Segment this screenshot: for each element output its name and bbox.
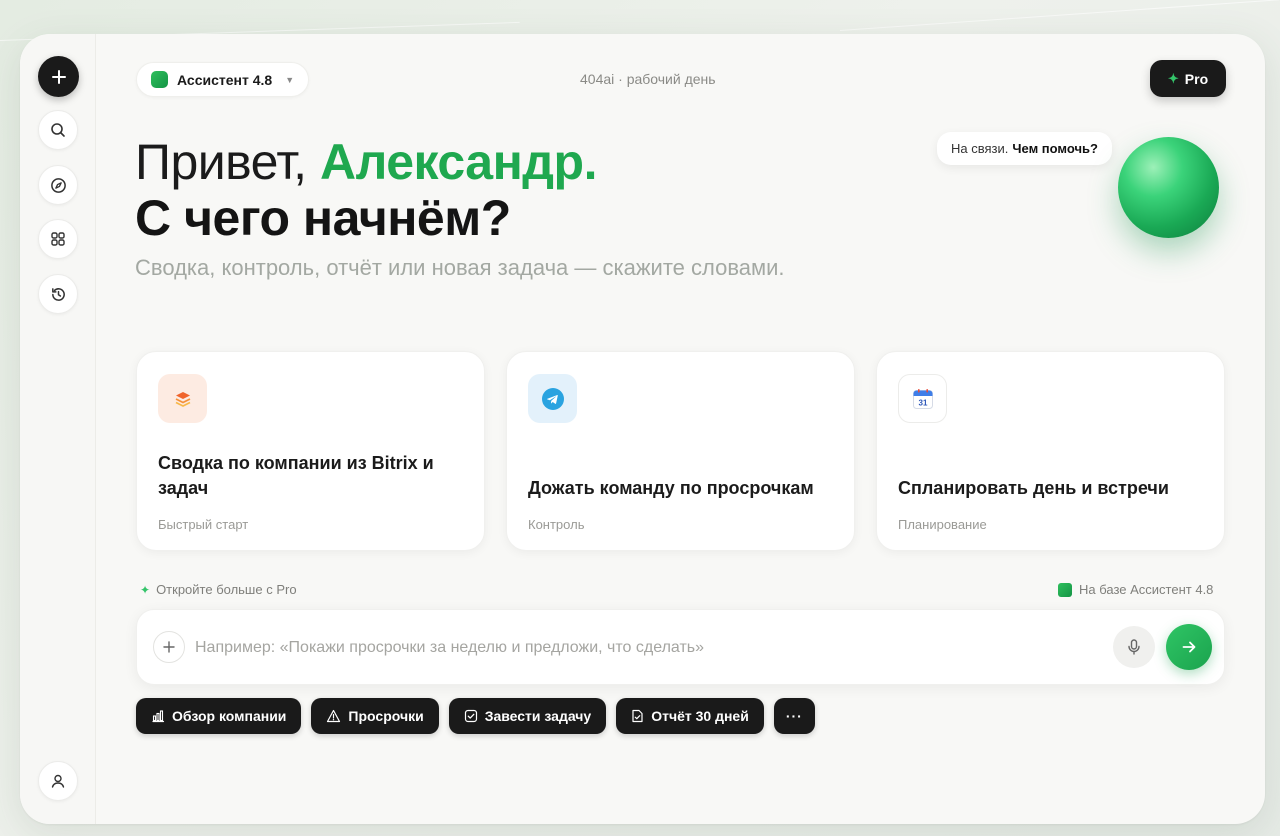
model-selector[interactable]: Ассистент 4.8 ▼	[136, 62, 310, 97]
chip-label: Завести задачу	[484, 708, 592, 724]
bubble-bold-text: Чем помочь?	[1012, 141, 1098, 156]
assistant-bubble: На связи. Чем помочь?	[937, 132, 1112, 165]
model-badge: На базе Ассистент 4.8	[1058, 582, 1213, 597]
card-tag: Планирование	[898, 517, 987, 532]
compass-icon	[50, 177, 66, 193]
more-icon: ···	[785, 708, 803, 724]
chip-company-overview[interactable]: Обзор компании	[136, 698, 302, 734]
calendar-icon: 31	[898, 374, 947, 423]
suggestion-card-overdue[interactable]: Дожать команду по просрочкам Контроль	[506, 351, 855, 551]
chip-label: Обзор компании	[172, 708, 287, 724]
greeting-hello: Привет,	[135, 134, 307, 190]
chip-report-30-days[interactable]: Отчёт 30 дней	[616, 698, 764, 734]
arrow-right-icon	[1182, 641, 1196, 653]
card-title: Спланировать день и встречи	[898, 478, 1169, 498]
model-logo-icon	[1058, 582, 1072, 597]
document-icon	[632, 709, 643, 723]
user-icon	[51, 774, 65, 788]
bar-chart-icon	[152, 710, 165, 723]
assistant-orb[interactable]	[1118, 137, 1219, 238]
sidebar-rail	[20, 34, 96, 824]
plus-icon	[163, 641, 175, 653]
quick-actions: Обзор компании Просрочки Завести задачу …	[136, 698, 815, 734]
calendar-day: 31	[918, 398, 927, 407]
chip-create-task[interactable]: Завести задачу	[448, 698, 607, 734]
checkbox-icon	[464, 709, 477, 723]
greeting-question: С чего начнём?	[135, 190, 511, 246]
plus-icon	[51, 69, 66, 84]
send-button[interactable]	[1166, 624, 1212, 670]
prompt-input[interactable]	[195, 634, 1075, 662]
card-tag: Быстрый старт	[158, 517, 249, 532]
pro-upsell-text: Откройте больше с Pro	[156, 582, 297, 597]
workspace-status: 404ai · рабочий день	[580, 71, 716, 87]
chip-overdue[interactable]: Просрочки	[311, 698, 439, 734]
suggestion-card-plan-day[interactable]: 31 Спланировать день и встречи Планирова…	[876, 351, 1225, 551]
greeting-user-name: Александр.	[319, 134, 597, 190]
composer	[136, 609, 1225, 685]
chip-label: Отчёт 30 дней	[651, 708, 749, 724]
microphone-icon	[1128, 639, 1140, 655]
explore-button[interactable]	[38, 165, 78, 205]
suggestion-card-company-summary[interactable]: Сводка по компании из Bitrix и задач Быс…	[136, 351, 485, 551]
pro-label: Pro	[1184, 70, 1209, 87]
greeting-line: Привет, Александр.	[135, 134, 597, 190]
history-icon	[51, 287, 65, 301]
pro-button[interactable]: ✦ Pro	[1150, 60, 1226, 97]
attach-button[interactable]	[153, 631, 185, 663]
new-chat-button[interactable]	[38, 56, 79, 97]
chip-label: Просрочки	[348, 708, 424, 724]
model-badge-text: На базе Ассистент 4.8	[1079, 582, 1214, 597]
voice-input-button[interactable]	[1113, 626, 1155, 668]
warning-icon	[327, 709, 341, 723]
profile-button[interactable]	[38, 761, 78, 801]
card-tag: Контроль	[528, 517, 585, 532]
chevron-down-icon: ▼	[285, 74, 295, 85]
grid-icon	[51, 232, 65, 246]
background-line	[839, 0, 1279, 31]
history-button[interactable]	[38, 274, 78, 314]
bubble-text: На связи.	[951, 141, 1009, 156]
model-logo-icon	[151, 71, 168, 88]
sparkle-icon: ✦	[140, 582, 151, 597]
chip-more[interactable]: ···	[773, 698, 815, 734]
search-button[interactable]	[38, 110, 78, 150]
card-title: Дожать команду по просрочкам	[528, 478, 814, 498]
pro-upsell-link[interactable]: ✦ Откройте больше с Pro	[140, 582, 297, 597]
app-window: Ассистент 4.8 ▼ 404ai · рабочий день ✦ P…	[20, 34, 1265, 824]
greeting-subtitle: Сводка, контроль, отчёт или новая задача…	[135, 255, 785, 280]
model-name: Ассистент 4.8	[177, 71, 273, 88]
apps-button[interactable]	[38, 219, 78, 259]
card-title: Сводка по компании из Bitrix и задач	[158, 453, 434, 498]
search-icon	[51, 123, 65, 137]
sparkle-icon: ✦	[1167, 70, 1179, 86]
telegram-icon	[528, 374, 577, 423]
layers-icon	[158, 374, 207, 423]
